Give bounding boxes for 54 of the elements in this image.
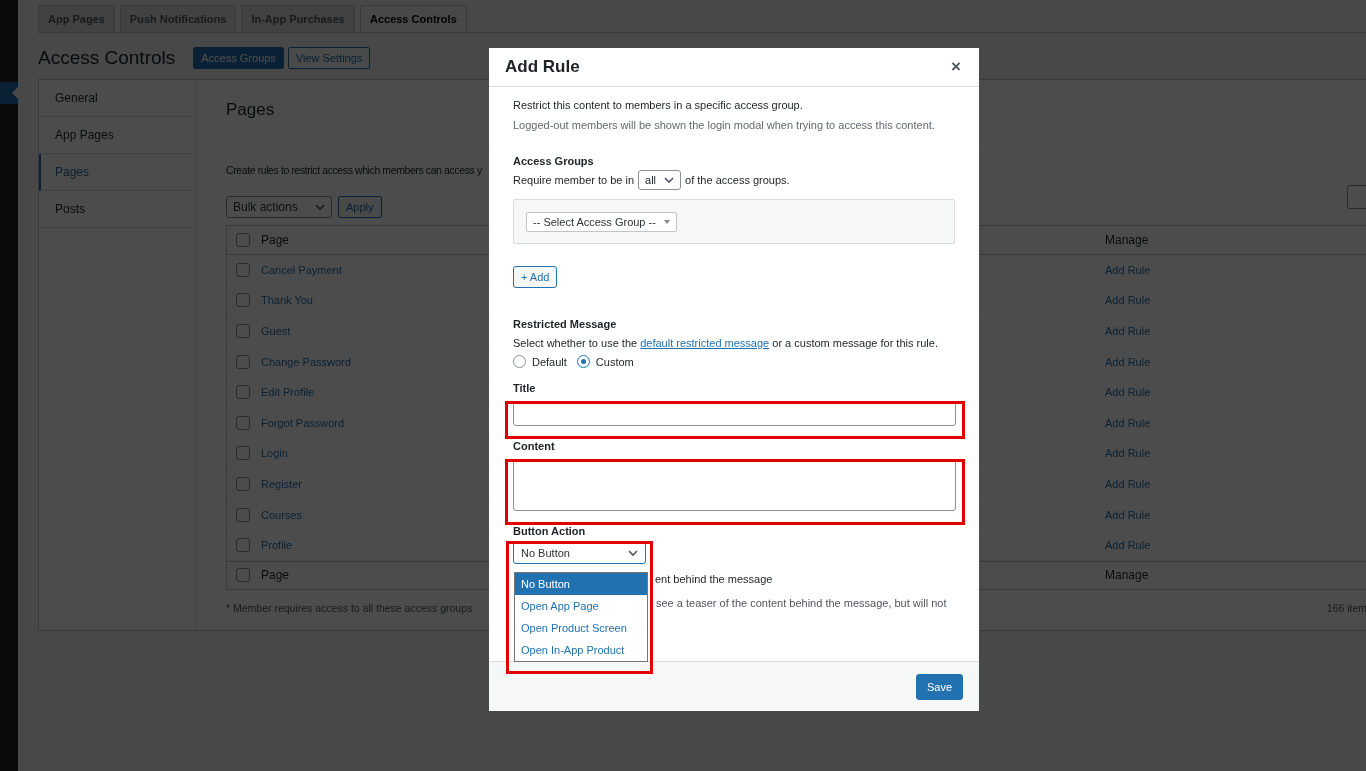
access-group-select[interactable]: -- Select Access Group -- [526,211,677,232]
button-action-label: Button Action [513,524,587,538]
add-rule-link[interactable]: Add Rule [1105,477,1151,490]
column-footer: Page [261,568,290,583]
require-label: Require member to be in [513,174,635,186]
restricted-message-label: Restricted Message [513,317,618,332]
page-link[interactable]: Change Password [261,355,351,368]
access-groups-label: Access Groups [513,154,595,169]
page-link[interactable]: Profile [261,539,293,552]
page-link[interactable]: Thank You [261,294,313,307]
message-radio[interactable]: Default [513,355,567,368]
page-link[interactable]: Login [261,447,288,460]
save-button[interactable]: Save [915,673,963,700]
dropdown-option[interactable]: No Button [515,573,647,595]
close-button[interactable]: × [949,57,963,77]
add-rule-link[interactable]: Add Rule [1105,263,1151,276]
dialog-title: Add Rule [505,57,580,77]
match-select[interactable]: all [638,170,682,190]
page-link[interactable]: Edit Profile [261,386,315,399]
login-note: Logged-out members will be shown the login modal when trying to access this content. [513,118,936,133]
message-radio[interactable]: Custom [576,355,634,368]
add-rule-link[interactable]: Add Rule [1105,294,1151,307]
page-link[interactable]: Guest [261,325,291,337]
section-description: Create rules to restrict access which members can access y [226,164,482,176]
dropdown-option[interactable]: Open App Page [515,595,647,617]
dropdown-option[interactable]: Open Product Screen [515,617,647,639]
column-header: Page [261,233,291,247]
add-rule-link[interactable]: Add Rule [1105,447,1151,460]
column-header: Manage [1105,233,1150,247]
add-rule-link[interactable]: Add Rule [1105,355,1151,368]
chevron-down-icon [628,549,638,557]
page-link[interactable]: Forgot Password [261,416,345,429]
content-label: Content [513,439,556,453]
dropdown-option[interactable]: Open In-App Product [515,639,647,661]
page-link[interactable]: Courses [261,508,302,521]
require-suffix: of the access groups. [685,174,790,186]
default-message-link[interactable]: default restricted message [640,337,770,349]
add-rule-link[interactable]: Add Rule [1105,386,1151,399]
page-title: Access Controls [38,47,176,69]
add-rule-link[interactable]: Add Rule [1105,325,1151,337]
intro-text: Restrict this content to members in a specific access group. [513,98,804,113]
add-rule-link[interactable]: Add Rule [1105,539,1151,552]
page-link[interactable]: Cancel Payment [261,263,342,276]
add-rule-link[interactable]: Add Rule [1105,508,1151,521]
add-rule-link[interactable]: Add Rule [1105,416,1151,429]
title-label: Title [513,381,537,395]
teaser-label: ent behind the message [655,573,773,585]
section-title: Pages [226,100,275,119]
chevron-down-icon [664,176,675,184]
column-footer: Manage [1105,568,1149,583]
restricted-message-help: Select whether to use the default restricted message or a custom message for this rule. [513,336,939,351]
add-group-button[interactable]: + Add [513,266,558,288]
teaser-help: see a teaser of the content behind the message, but will not [656,597,947,609]
page-link[interactable]: Register [261,477,302,490]
